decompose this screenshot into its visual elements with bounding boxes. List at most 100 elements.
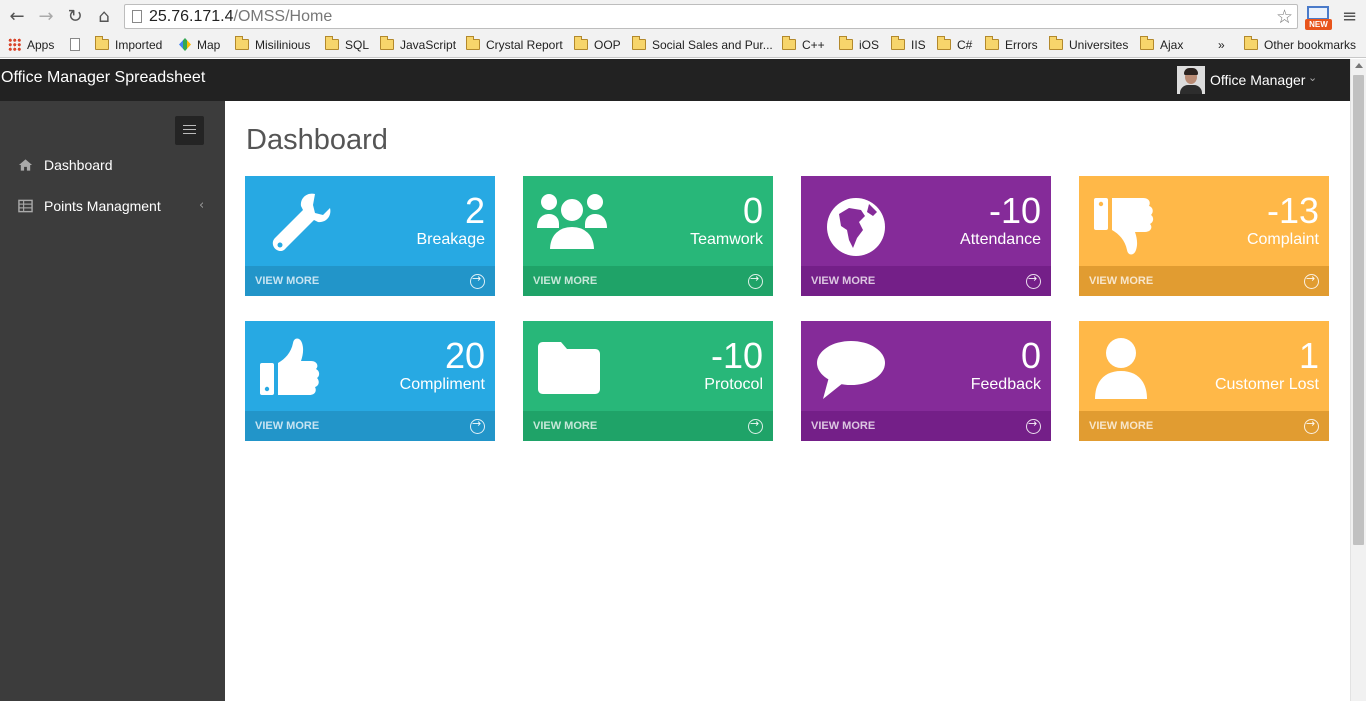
folder-icon: [466, 36, 480, 50]
tile-value: 0: [742, 190, 763, 231]
arrow-circle-right-icon: [1026, 417, 1041, 434]
view-more-link[interactable]: VIEW MORE: [801, 266, 1051, 296]
view-more-link[interactable]: VIEW MORE: [1079, 266, 1329, 296]
sidebar-item-points-managment[interactable]: Points Managment ‹: [0, 192, 225, 222]
table-icon: [18, 199, 33, 213]
bookmark-other[interactable]: Other bookmarks: [1244, 36, 1356, 54]
folder-icon: [782, 36, 796, 50]
bookmark-map[interactable]: Map: [179, 37, 220, 54]
forward-icon[interactable]: →: [35, 6, 57, 28]
bookmarks-bar: Apps Imported Map Misilinious SQL JavaSc…: [0, 33, 1366, 58]
folder-icon: [937, 36, 951, 50]
tile-teamwork[interactable]: 0 Teamwork VIEW MORE: [523, 176, 773, 296]
url-text: 25.76.171.4/OMSS/Home: [149, 8, 333, 25]
tile-customer-lost[interactable]: 1 Customer Lost VIEW MORE: [1079, 321, 1329, 441]
home-icon[interactable]: ⌂: [93, 6, 115, 28]
arrow-circle-right-icon: [470, 272, 485, 289]
bookmark-misilinious[interactable]: Misilinious: [235, 36, 310, 54]
bookmark-sql[interactable]: SQL: [325, 36, 369, 54]
apps-grid-icon: [8, 38, 21, 51]
address-bar[interactable]: 25.76.171.4/OMSS/Home ☆: [124, 4, 1298, 29]
arrow-circle-right-icon: [748, 272, 763, 289]
tile-feedback[interactable]: 0 Feedback VIEW MORE: [801, 321, 1051, 441]
folder-icon: [538, 342, 600, 394]
bookmark-cpp[interactable]: C++: [782, 36, 825, 54]
bookmark-oop[interactable]: OOP: [574, 36, 621, 54]
folder-icon: [891, 36, 905, 50]
view-more-link[interactable]: VIEW MORE: [523, 266, 773, 296]
view-more-link[interactable]: VIEW MORE: [1079, 411, 1329, 441]
bookmark-social-sales[interactable]: Social Sales and Pur...: [632, 36, 773, 54]
page-icon: [132, 10, 142, 23]
tile-compliment[interactable]: 20 Compliment VIEW MORE: [245, 321, 495, 441]
folder-icon: [325, 36, 339, 50]
map-icon: [179, 38, 191, 51]
sidebar: Dashboard Points Managment ‹: [0, 101, 225, 701]
tile-value: -10: [710, 335, 763, 376]
extension-icon[interactable]: NEW: [1305, 4, 1332, 30]
folder-icon: [632, 36, 646, 50]
view-more-link[interactable]: VIEW MORE: [245, 411, 495, 441]
chevron-down-icon: ⌄: [1308, 71, 1318, 84]
bookmark-csharp[interactable]: C#: [937, 36, 972, 54]
tile-value: 20: [444, 335, 485, 376]
thumbs-up-icon: [260, 338, 320, 395]
app-title[interactable]: Office Manager Spreadsheet: [1, 69, 205, 87]
sidebar-item-label: Points Managment: [44, 198, 161, 214]
tile-value: 1: [1298, 335, 1319, 376]
tile-breakage[interactable]: 2 Breakage VIEW MORE: [245, 176, 495, 296]
bookmark-page[interactable]: [70, 37, 86, 54]
app-header: Office Manager Spreadsheet Office Manage…: [0, 59, 1350, 101]
folder-icon: [839, 36, 853, 50]
group-icon: [537, 194, 607, 251]
view-more-link[interactable]: VIEW MORE: [245, 266, 495, 296]
avatar: [1177, 66, 1205, 94]
folder-icon: [95, 36, 109, 50]
tile-attendance[interactable]: -10 Attendance VIEW MORE: [801, 176, 1051, 296]
reload-icon[interactable]: ↻: [64, 6, 86, 28]
bookmarks-overflow[interactable]: »: [1218, 37, 1225, 54]
tile-value: 0: [1020, 335, 1041, 376]
view-more-link[interactable]: VIEW MORE: [801, 411, 1051, 441]
arrow-circle-right-icon: [1304, 272, 1319, 289]
tile-value: -13: [1266, 190, 1319, 231]
thumbs-down-icon: [1094, 198, 1154, 255]
tile-label: Complaint: [1246, 231, 1319, 248]
bookmark-star-icon[interactable]: ☆: [1276, 6, 1293, 28]
tile-value: -10: [988, 190, 1041, 231]
comment-icon: [817, 341, 885, 399]
scrollbar[interactable]: [1350, 59, 1366, 701]
bookmark-javascript[interactable]: JavaScript: [380, 36, 456, 54]
folder-icon: [1244, 36, 1258, 50]
browser-menu-icon[interactable]: ≡: [1342, 6, 1357, 27]
sidebar-item-dashboard[interactable]: Dashboard: [0, 151, 225, 181]
bookmark-ios[interactable]: iOS: [839, 36, 879, 54]
tile-label: Feedback: [970, 376, 1041, 393]
tile-complaint[interactable]: -13 Complaint VIEW MORE: [1079, 176, 1329, 296]
bookmark-ajax[interactable]: Ajax: [1140, 36, 1183, 54]
view-more-link[interactable]: VIEW MORE: [523, 411, 773, 441]
tile-label: Breakage: [416, 231, 486, 248]
bookmark-imported[interactable]: Imported: [95, 36, 162, 54]
sidebar-item-label: Dashboard: [44, 157, 113, 173]
bookmark-errors[interactable]: Errors: [985, 36, 1038, 54]
tile-value: 2: [464, 190, 485, 231]
bookmark-apps[interactable]: Apps: [8, 37, 54, 54]
home-icon: [18, 159, 33, 171]
folder-icon: [1049, 36, 1063, 50]
page-title: Dashboard: [246, 124, 388, 156]
scroll-up-icon[interactable]: [1355, 63, 1363, 68]
arrow-circle-right-icon: [1304, 417, 1319, 434]
main-content: Dashboard 2 Breakage VIEW MORE 0 Teamwor…: [225, 101, 1350, 701]
scroll-thumb[interactable]: [1353, 75, 1364, 545]
folder-icon: [574, 36, 588, 50]
bookmark-crystal-report[interactable]: Crystal Report: [466, 36, 563, 54]
sidebar-toggle-button[interactable]: [175, 116, 204, 145]
tile-protocol[interactable]: -10 Protocol VIEW MORE: [523, 321, 773, 441]
back-icon[interactable]: ←: [6, 6, 28, 28]
folder-icon: [235, 36, 249, 50]
tile-label: Teamwork: [690, 231, 763, 248]
bookmark-iis[interactable]: IIS: [891, 36, 926, 54]
bookmark-universites[interactable]: Universites: [1049, 36, 1128, 54]
folder-icon: [985, 36, 999, 50]
